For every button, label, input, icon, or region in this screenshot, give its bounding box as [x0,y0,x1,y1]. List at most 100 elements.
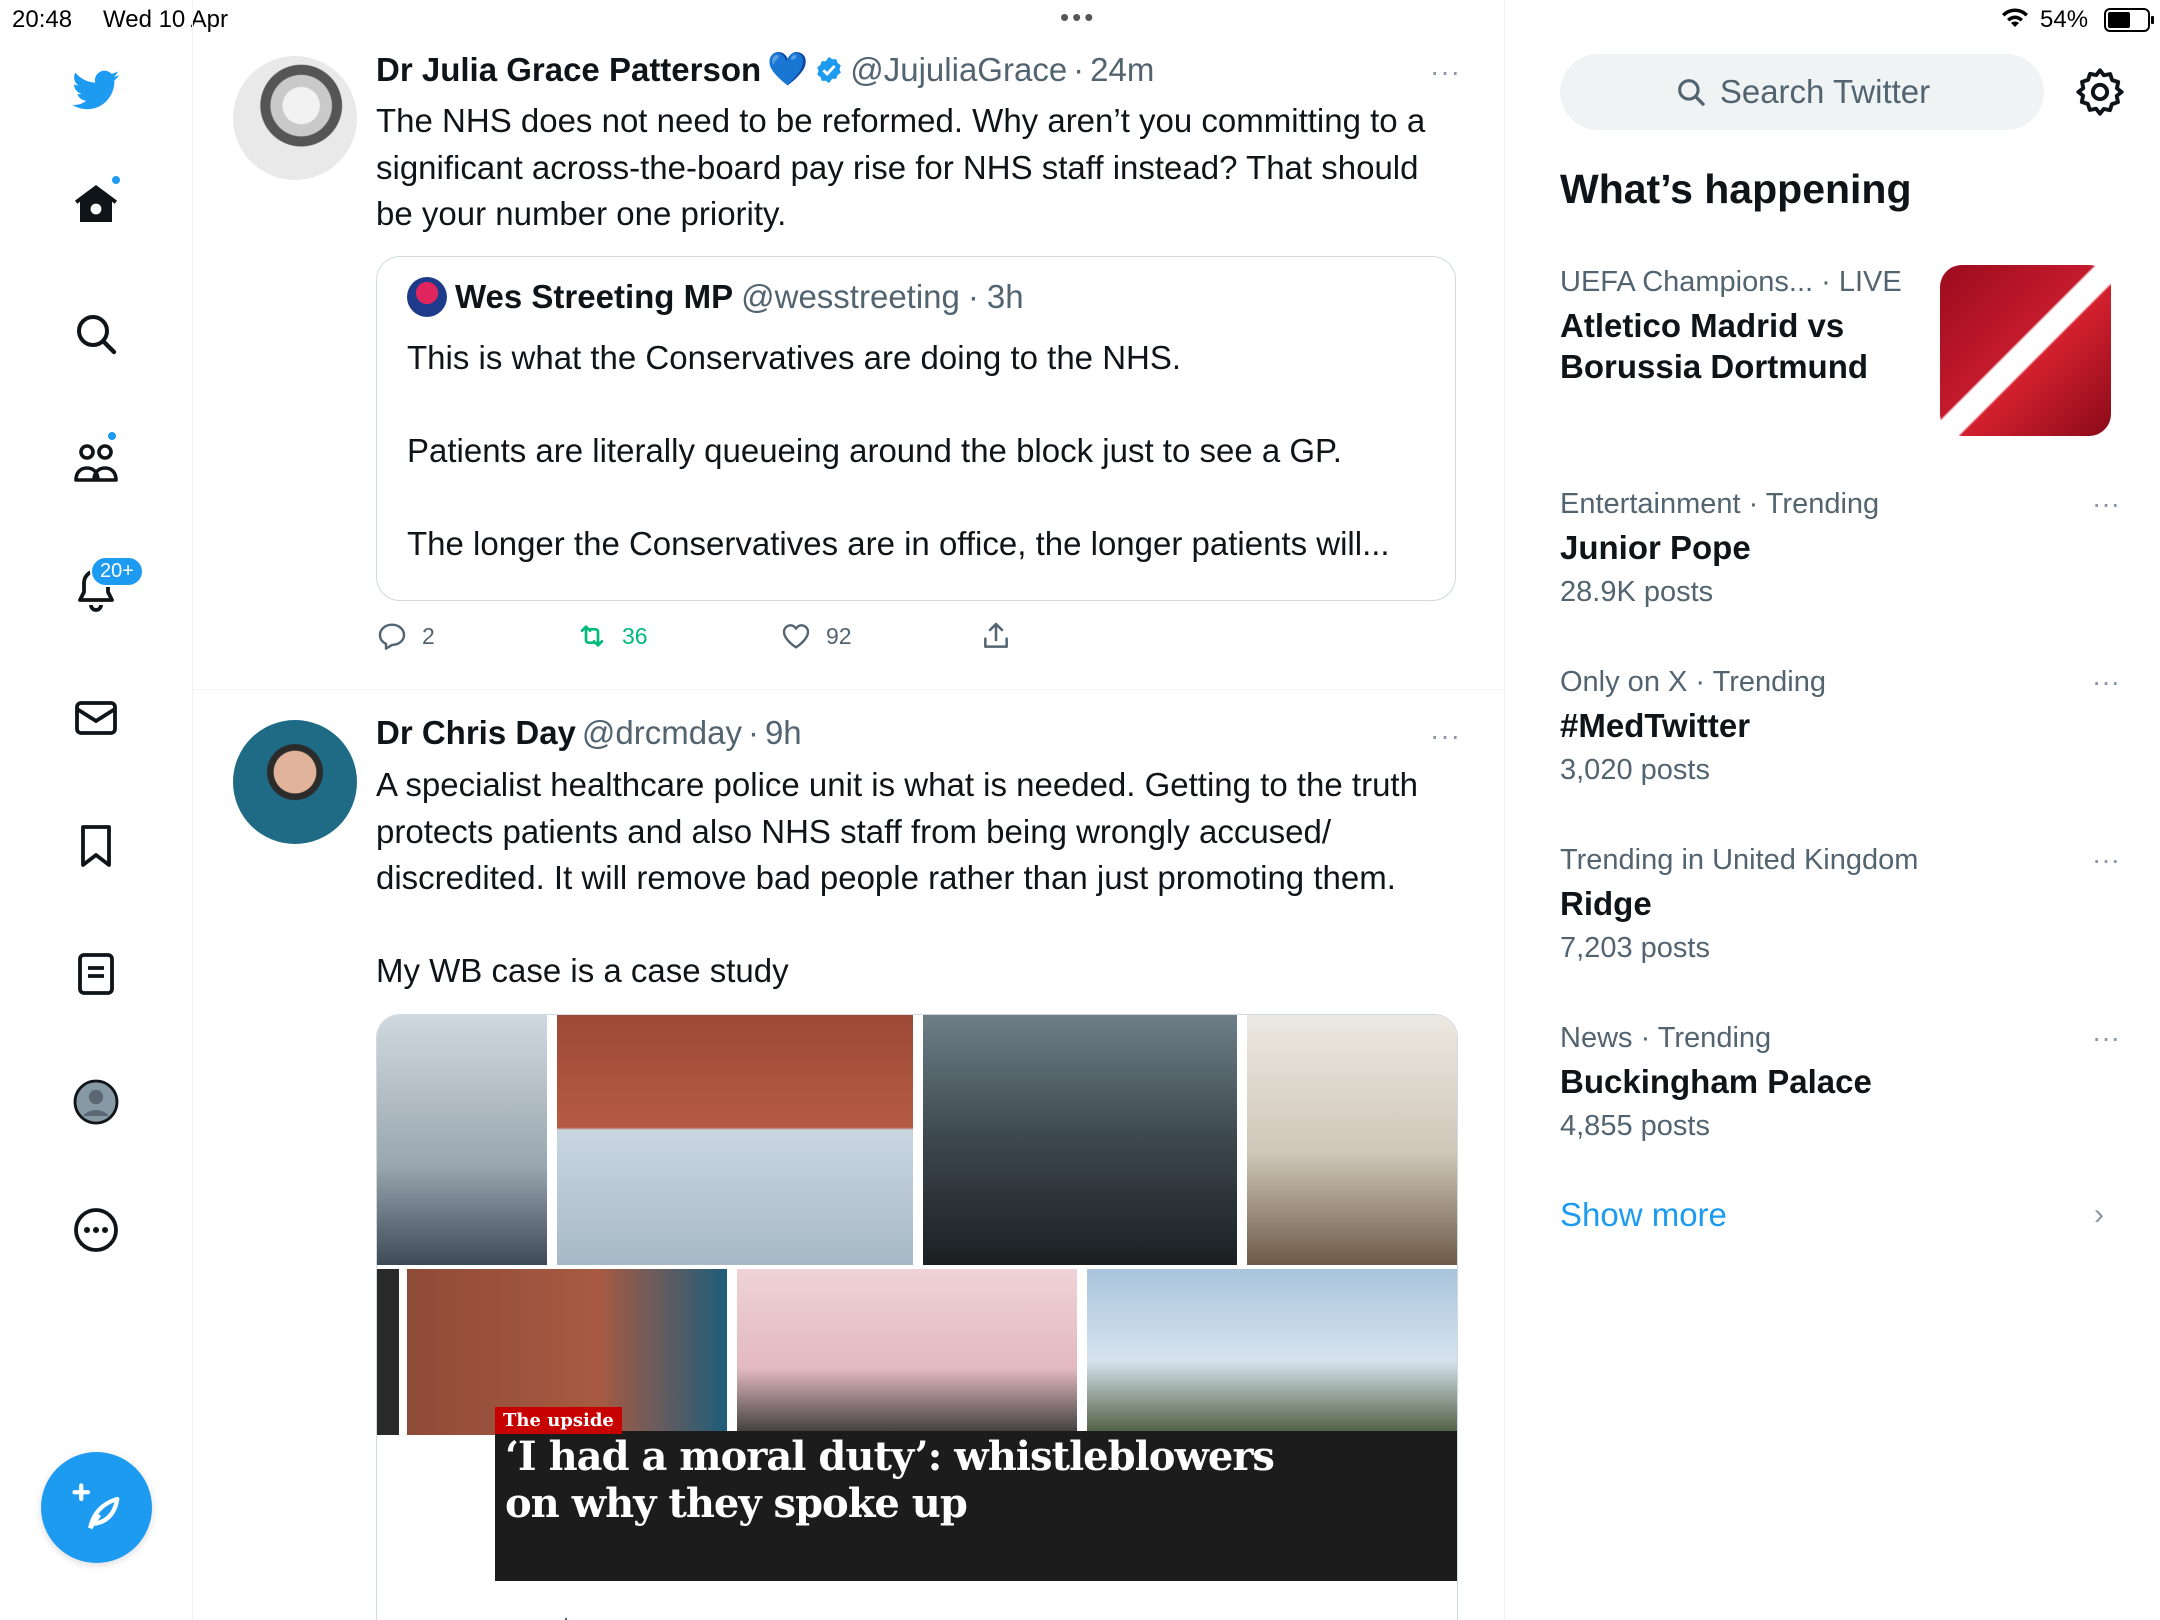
trend-meta: News · Trending [1560,1022,1772,1054]
retweet-button[interactable]: 36 [576,620,648,652]
communities-icon [74,444,118,482]
nav-notifications[interactable]: 20+ [56,550,144,630]
trend-posts: 28.9K posts [1560,576,1714,608]
bookmark-icon [81,825,111,867]
tweet-time[interactable]: 9h [765,714,802,752]
trend-item[interactable]: Trending in United Kingdom Ridge 7,203 p… [1560,844,2120,965]
trend-posts: 7,203 posts [1560,932,1710,964]
search-icon [77,315,117,355]
share-button[interactable] [980,620,1012,652]
collage-photo [377,1269,399,1435]
tweet-text: The NHS does not need to be reformed. Wh… [376,102,1435,232]
lists-icon [78,953,114,995]
nav-explore[interactable] [56,294,136,374]
show-more-link[interactable]: Show more [1560,1196,1727,1234]
trend-item[interactable]: Entertainment · Trending Junior Pope 28.… [1560,488,2120,609]
avatar [407,277,447,317]
retweet-icon [580,625,604,647]
share-icon [984,622,1008,648]
author-handle[interactable]: @drcmday [582,714,742,752]
nav-messages[interactable] [56,678,136,758]
avatar[interactable] [233,56,357,180]
chevron-right-icon[interactable]: › [2094,1198,2104,1232]
twitter-logo-icon[interactable] [56,50,136,130]
tweet-header: Dr Chris Day @drcmday · 9h [376,714,802,752]
trend-title: #MedTwitter [1560,707,1751,744]
right-sidebar: Search Twitter What’s happening UEFA Cha… [1506,0,2160,1620]
tweet-more-icon[interactable]: ··· [1430,56,1461,88]
reply-icon [378,623,406,650]
tweet-text: A specialist healthcare police unit is w… [376,766,1418,989]
tweet-more-icon[interactable]: ··· [1430,720,1461,752]
heart-icon [782,624,810,649]
mail-icon [75,701,117,735]
card-domain: cygnusreports.org [397,1611,637,1620]
trend-title: Atletico Madrid vs Borussia Dortmund [1560,307,1869,385]
communities-new-dot [106,430,118,442]
trend-more-icon[interactable]: ··· [2092,666,2120,698]
tweet-header: Dr Julia Grace Patterson 💙 @JujuliaGrace… [376,50,1154,89]
trend-more-icon[interactable]: ··· [2092,1022,2120,1054]
headline-tag: The upside [495,1407,622,1434]
trend-title: Ridge [1560,885,1652,922]
settings-gear-icon[interactable] [2074,66,2126,118]
collage-photo [923,1015,1237,1265]
reply-button[interactable]: 2 [376,620,435,652]
separator-dot: · [1073,50,1085,88]
quoted-tweet-header: Wes Streeting MP @wesstreeting · 3h [407,277,1024,317]
quoted-author-name: Wes Streeting MP [455,278,734,315]
trend-posts: 3,020 posts [1560,754,1710,786]
trend-more-icon[interactable]: ··· [2092,488,2120,520]
search-placeholder: Search Twitter [1719,73,1931,110]
trend-meta: Entertainment · Trending [1560,488,1880,520]
search-icon [1677,79,1705,106]
nav-profile[interactable] [56,1062,136,1142]
nav-home[interactable] [56,164,136,244]
nav-bookmarks[interactable] [56,806,136,886]
trend-thumbnail[interactable] [1940,265,2111,436]
tweet-time[interactable]: 24m [1090,51,1154,89]
link-card[interactable]: The upside ‘I had a moral duty’: whistle… [376,1014,1458,1620]
trend-item[interactable]: News · Trending Buckingham Palace 4,855 … [1560,1022,2120,1143]
nav-communities[interactable] [56,422,136,502]
avatar[interactable] [233,720,357,844]
trend-meta: UEFA Champions... · LIVE [1560,266,1902,298]
trend-item[interactable]: Only on X · Trending #MedTwitter 3,020 p… [1560,666,2120,787]
trend-title: Junior Pope [1560,529,1751,566]
nav-lists[interactable] [56,934,136,1014]
quoted-tweet[interactable]: Wes Streeting MP @wesstreeting · 3h This… [376,256,1456,601]
compose-tweet-button[interactable] [41,1452,152,1563]
collage-photo [1087,1269,1457,1435]
card-headline: ‘I had a moral duty’: whistleblowers on … [505,1433,1275,1527]
author-name[interactable]: Dr Julia Grace Patterson [376,51,761,89]
separator-dot: · [967,278,979,315]
trend-more-icon[interactable]: ··· [2092,844,2120,876]
retweet-count: 36 [622,622,648,649]
tweet[interactable]: Dr Julia Grace Patterson 💙 @JujuliaGrace… [193,40,1504,690]
reply-count: 2 [422,622,435,649]
quoted-tweet-text: This is what the Conservatives are doing… [407,339,1390,562]
quoted-author-handle: @wesstreeting [741,278,960,315]
timeline: Dr Julia Grace Patterson 💙 @JujuliaGrace… [193,0,1505,1620]
trend-item[interactable]: UEFA Champions... · LIVE Atletico Madrid… [1560,266,1930,387]
collage-photo [557,1015,913,1265]
separator-dot: · [747,714,759,751]
notifications-badge: 20+ [90,556,144,587]
author-handle[interactable]: @JujuliaGrace [850,51,1067,89]
verified-badge-icon [817,56,841,83]
nav-more[interactable] [56,1190,136,1270]
search-input[interactable]: Search Twitter [1560,54,2044,130]
like-count: 92 [826,622,852,649]
tweet[interactable]: Dr Chris Day @drcmday · 9h ··· A special… [193,690,1504,1620]
trend-title: Buckingham Palace [1560,1063,1872,1100]
more-circle-icon [74,1208,118,1252]
trend-posts: 4,855 posts [1560,1110,1710,1142]
quoted-tweet-time: 3h [986,278,1024,315]
like-button[interactable]: 92 [780,620,852,652]
section-heading: What’s happening [1560,166,1912,212]
left-nav: 20+ [0,0,193,1620]
trend-meta: Only on X · Trending [1560,666,1826,698]
trend-meta: Trending in United Kingdom [1560,844,1919,876]
author-name[interactable]: Dr Chris Day [376,714,576,752]
collage-photo [377,1015,547,1265]
